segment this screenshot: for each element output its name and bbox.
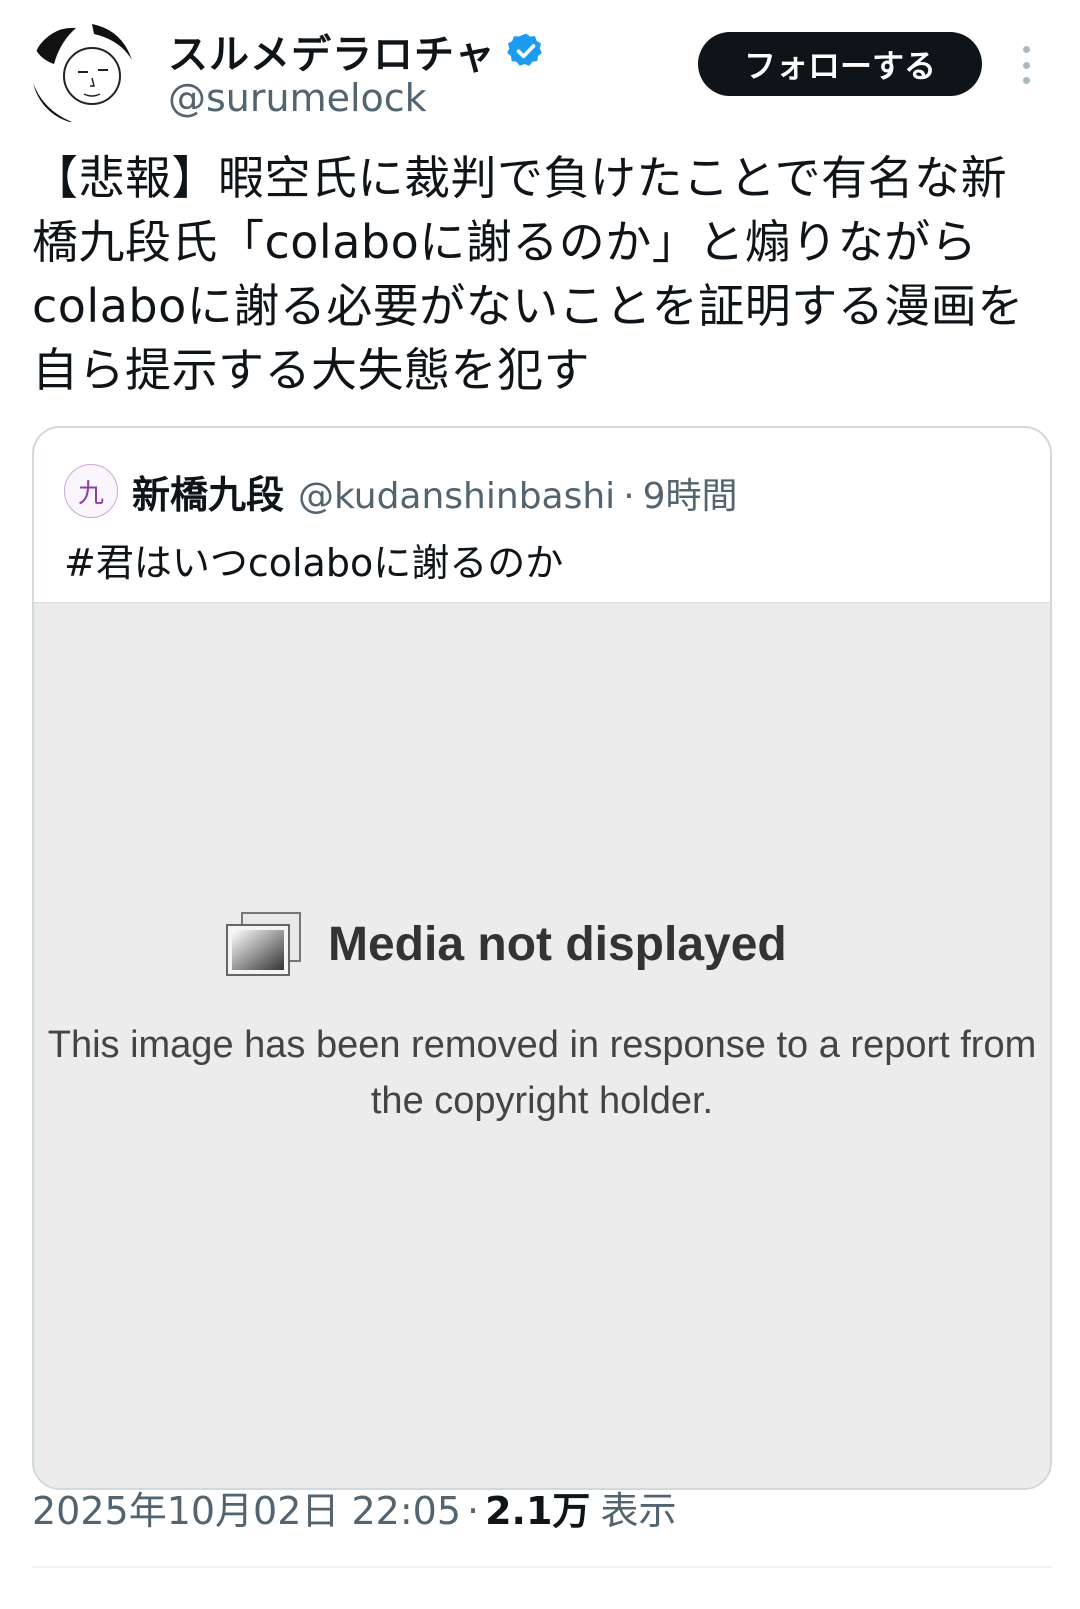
image-placeholder-icon: [224, 911, 304, 977]
quoted-tweet-header: 九 新橋九段 @kudanshinbashi · 9時間 #君はいつcolabo…: [34, 428, 1050, 602]
follow-button[interactable]: フォローする: [698, 32, 982, 96]
tweet-timestamp[interactable]: 2025年10月02日 22:05: [32, 1480, 461, 1535]
tweet-footer: 2025年10月02日 22:05 · 2.1万 表示: [32, 1480, 676, 1535]
views-count: 2.1万: [485, 1489, 591, 1533]
more-vertical-icon[interactable]: [1018, 46, 1034, 84]
tweet-text: 【悲報】暇空氏に裁判で負けたことで有名な新橋九段氏「colaboに謝るのか」と煽…: [32, 151, 1024, 397]
quote-separator: ·: [623, 476, 635, 517]
author-display-name[interactable]: スルメデラロチャ: [168, 22, 496, 80]
author-avatar[interactable]: [32, 20, 136, 124]
views-label: 表示: [600, 1489, 677, 1533]
quote-meta: 新橋九段 @kudanshinbashi · 9時間: [132, 464, 738, 519]
quote-time[interactable]: 9時間: [643, 467, 738, 519]
quote-text: #君はいつcolaboに謝るのか: [64, 541, 564, 585]
tweet-header: スルメデラロチャ @surumelock フォローする: [0, 0, 1080, 130]
quote-author-name[interactable]: 新橋九段: [132, 464, 284, 519]
author-handle[interactable]: @surumelock: [168, 76, 427, 120]
author-name-row: スルメデラロチャ: [168, 22, 546, 80]
media-description: This image has been removed in response …: [47, 1024, 1037, 1122]
quoted-tweet-card[interactable]: 九 新橋九段 @kudanshinbashi · 9時間 #君はいつcolabo…: [32, 426, 1052, 1490]
media-title-row: Media not displayed: [224, 911, 787, 977]
quote-author-avatar[interactable]: 九: [64, 464, 118, 518]
media-placeholder[interactable]: Media not displayed This image has been …: [34, 602, 1050, 1488]
media-title: Media not displayed: [328, 917, 787, 971]
divider: [32, 1566, 1052, 1568]
footer-separator: ·: [467, 1489, 480, 1533]
quote-author-handle[interactable]: @kudanshinbashi: [298, 476, 615, 517]
verified-badge-icon: [506, 33, 542, 66]
